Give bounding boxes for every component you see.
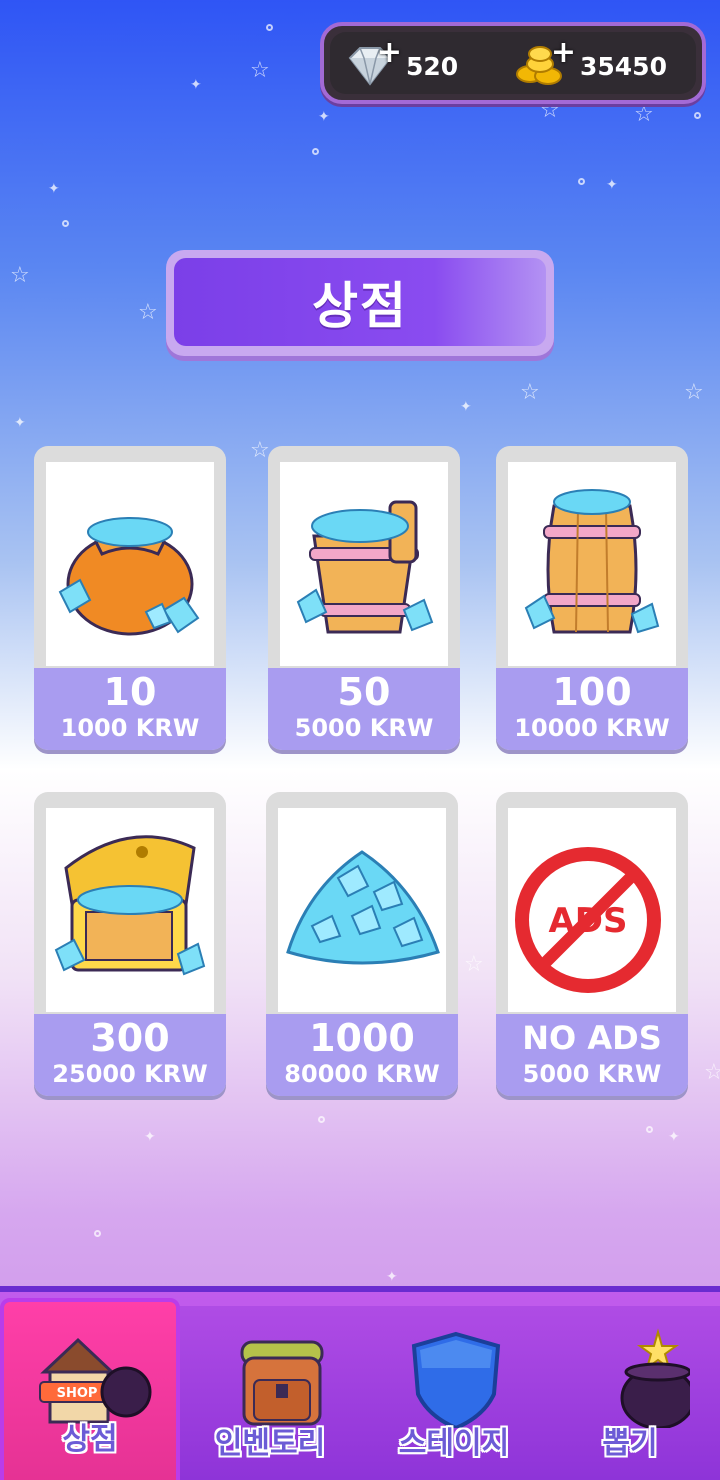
gem-bucket-icon [280,462,448,666]
card-label: 1000 80000 KRW [266,1014,458,1096]
gem-count: 520 [406,51,459,81]
add-gems-icon[interactable]: + [377,38,402,68]
nav-item-inventory[interactable]: 인벤토리 [180,1298,360,1480]
coin-balance[interactable]: + 35450 [514,38,667,92]
nav-item-stage[interactable]: 스테이지 [364,1298,544,1480]
backpack-icon [210,1328,330,1428]
diamond-icon: + [344,38,402,88]
item-amount: 10 [103,670,157,714]
nav-item-shop[interactable]: SHOP 상점 [0,1298,180,1480]
no-ads-icon: ADS [508,808,676,1012]
card-label: NO ADS 5000 KRW [496,1014,688,1096]
item-price: 1000 KRW [60,714,200,742]
nav-item-gacha[interactable]: 뽑기 [540,1298,720,1480]
add-coins-icon[interactable]: + [551,38,576,68]
card-label: 10 1000 KRW [34,668,226,750]
card-label: 300 25000 KRW [34,1014,226,1096]
item-amount: 300 [90,1016,170,1060]
item-amount: NO ADS [522,1019,662,1057]
gem-balance[interactable]: + 520 [344,38,459,92]
shop-item-10-gems[interactable]: 10 1000 KRW [34,446,226,750]
nav-label-gacha: 뽑기 [602,1426,658,1461]
coins-icon: + [514,38,576,88]
currency-bar: + 520 + 35450 [320,22,706,104]
gem-sack-icon [46,462,214,666]
item-amount: 50 [337,670,391,714]
gem-chest-icon [46,808,214,1012]
card-label: 50 5000 KRW [268,668,460,750]
bottom-nav: SHOP 상점 인벤토리 스테이지 뽑기 [0,1286,720,1480]
item-price: 5000 KRW [522,1060,662,1088]
shield-icon [394,1328,514,1428]
shop-item-50-gems[interactable]: 50 5000 KRW [268,446,460,750]
nav-label-shop: 상점 [62,1422,118,1457]
card-label: 100 10000 KRW [496,668,688,750]
item-amount: 100 [552,670,632,714]
shop-icon-text: SHOP [57,1386,98,1401]
shop-item-100-gems[interactable]: 100 10000 KRW [496,446,688,750]
item-price: 5000 KRW [294,714,434,742]
page-title: 상점 [312,277,408,335]
shop-item-300-gems[interactable]: 300 25000 KRW [34,792,226,1096]
cauldron-icon [570,1328,690,1428]
shop-title-plate: 상점 [166,250,554,356]
nav-label-stage: 스테이지 [398,1426,510,1461]
item-price: 25000 KRW [52,1060,208,1088]
item-price: 80000 KRW [284,1060,440,1088]
shop-item-1000-gems[interactable]: 1000 80000 KRW [266,792,458,1096]
gem-pile-icon [278,808,446,1012]
item-price: 10000 KRW [514,714,670,742]
coin-count: 35450 [580,51,667,81]
gem-barrel-icon [508,462,676,666]
nav-label-inventory: 인벤토리 [214,1426,326,1461]
shop-item-no-ads[interactable]: ADS NO ADS 5000 KRW [496,792,688,1096]
item-amount: 1000 [309,1016,415,1060]
